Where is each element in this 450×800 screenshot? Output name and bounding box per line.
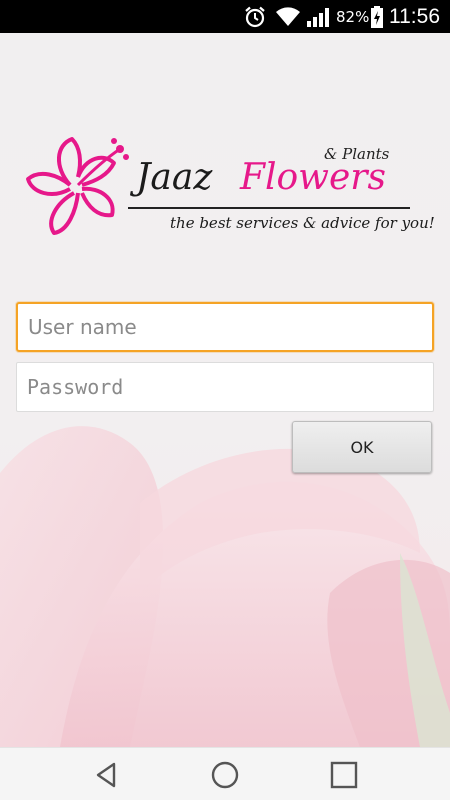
ok-button[interactable]: OK bbox=[292, 421, 432, 473]
wifi-icon bbox=[275, 0, 301, 33]
clock-time: 11:56 bbox=[389, 4, 440, 28]
brand-logo: & Plants Jaaz Flowers the best services … bbox=[24, 127, 435, 277]
brand-divider bbox=[128, 207, 410, 209]
username-input[interactable] bbox=[16, 302, 434, 352]
status-bar: 82% 11:56 bbox=[0, 0, 450, 33]
back-icon[interactable] bbox=[92, 760, 122, 790]
recent-apps-icon[interactable] bbox=[329, 760, 359, 790]
login-screen: & Plants Jaaz Flowers the best services … bbox=[0, 33, 450, 747]
alarm-icon bbox=[243, 0, 267, 33]
brand-name-flowers: Flowers bbox=[240, 157, 386, 198]
battery-charging-icon bbox=[370, 0, 384, 33]
brand-name-jaaz: Jaaz bbox=[136, 157, 213, 198]
battery-percent: 82% bbox=[336, 7, 370, 26]
hibiscus-flower-icon bbox=[26, 137, 129, 235]
system-nav-bar bbox=[0, 747, 450, 800]
brand-tagline: the best services & advice for you! bbox=[170, 214, 435, 232]
password-input[interactable] bbox=[16, 362, 434, 412]
signal-icon bbox=[306, 0, 332, 33]
home-icon[interactable] bbox=[210, 760, 240, 790]
